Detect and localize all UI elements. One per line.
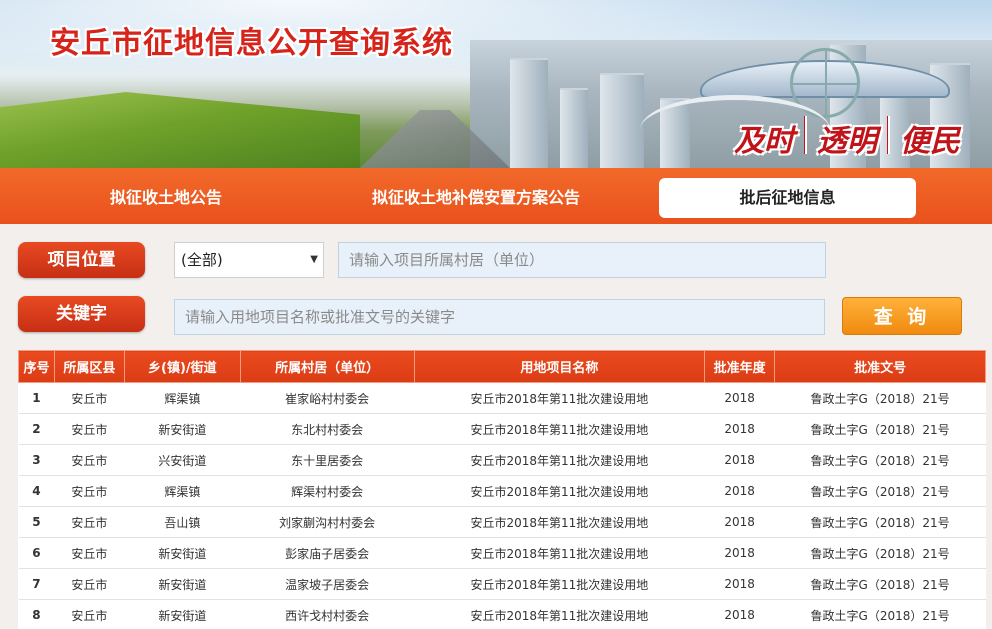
cell-project-name: 安丘市2018年第11批次建设用地 (414, 413, 705, 445)
cell-seq: 2 (18, 413, 55, 445)
cell-seq: 8 (18, 599, 55, 629)
cell-seq: 7 (18, 568, 55, 600)
cell-approval-year: 2018 (704, 599, 775, 629)
cell-project-name: 安丘市2018年第11批次建设用地 (414, 537, 705, 569)
header-town: 乡(镇)/街道 (123, 350, 241, 383)
keyword-search-input[interactable] (174, 299, 825, 335)
slogan-convenient: 便民 (900, 124, 960, 159)
dropdown-arrow-icon: ▼ (310, 254, 318, 265)
cell-seq: 4 (18, 475, 55, 507)
cell-approval-year: 2018 (704, 413, 775, 445)
table-row[interactable]: 3 安丘市 兴安街道 东十里居委会 安丘市2018年第11批次建设用地 2018 鲁政土字G… (18, 444, 986, 476)
cell-county: 安丘市 (54, 413, 125, 445)
cell-county: 安丘市 (54, 475, 125, 507)
cell-approval-number: 鲁政土字G（2018）21号 (774, 382, 986, 414)
header-approval-number: 批准文号 (774, 350, 986, 383)
cell-town: 新安街道 (124, 599, 241, 629)
tab-proposed-land-announcement[interactable]: 拟征收土地公告 (48, 178, 284, 218)
main-nav: 拟征收土地公告 拟征收土地补偿安置方案公告 批后征地信息 (0, 168, 992, 224)
cell-approval-number: 鲁政土字G（2018）21号 (774, 444, 986, 476)
tab-compensation-plan-announcement[interactable]: 拟征收土地补偿安置方案公告 (326, 178, 626, 218)
table-row[interactable]: 4 安丘市 辉渠镇 辉渠村村委会 安丘市2018年第11批次建设用地 2018 鲁政土字G（… (18, 475, 986, 507)
location-select-value: (全部) (181, 251, 223, 269)
cell-approval-year: 2018 (704, 568, 775, 600)
cell-town: 新安街道 (124, 568, 241, 600)
slogan-timely: 及时 (734, 124, 794, 159)
cell-project-name: 安丘市2018年第11批次建设用地 (414, 599, 705, 629)
header-seq: 序号 (18, 350, 55, 383)
cell-town: 辉渠镇 (124, 382, 241, 414)
slogan-divider (887, 116, 890, 154)
cell-approval-year: 2018 (704, 506, 775, 538)
cell-approval-year: 2018 (704, 444, 775, 476)
cell-town: 兴安街道 (124, 444, 241, 476)
table-header-row: 序号 所属区县 乡(镇)/街道 所属村居（单位） 用地项目名称 批准年度 批准文… (18, 350, 986, 383)
cell-village: 西许戈村村委会 (240, 599, 415, 629)
cell-county: 安丘市 (54, 382, 125, 414)
cell-seq: 6 (18, 537, 55, 569)
cell-town: 辉渠镇 (124, 475, 241, 507)
cell-approval-number: 鲁政土字G（2018）21号 (774, 568, 986, 600)
cell-village: 东北村村委会 (240, 413, 415, 445)
header-banner: 安丘市征地信息公开查询系统 及时 透明 便民 (0, 0, 992, 168)
location-label: 项目位置 (18, 242, 145, 278)
cell-village: 东十里居委会 (240, 444, 415, 476)
site-title: 安丘市征地信息公开查询系统 (50, 26, 453, 61)
cell-approval-year: 2018 (704, 537, 775, 569)
slogan-transparent: 透明 (817, 124, 877, 159)
cell-village: 温家坡子居委会 (240, 568, 415, 600)
tab-post-approval-info[interactable]: 批后征地信息 (659, 178, 916, 218)
cell-village: 刘家蒯沟村村委会 (240, 506, 415, 538)
location-select[interactable]: (全部) ▼ (174, 242, 324, 278)
cell-project-name: 安丘市2018年第11批次建设用地 (414, 444, 705, 476)
cell-approval-year: 2018 (704, 475, 775, 507)
keyword-label: 关键字 (18, 296, 145, 332)
cell-village: 彭家庙子居委会 (240, 537, 415, 569)
cell-village: 辉渠村村委会 (240, 475, 415, 507)
results-table: 序号 所属区县 乡(镇)/街道 所属村居（单位） 用地项目名称 批准年度 批准文… (18, 350, 986, 629)
table-row[interactable]: 1 安丘市 辉渠镇 崔家峪村村委会 安丘市2018年第11批次建设用地 2018 鲁政土字G… (18, 382, 986, 414)
village-search-input[interactable] (338, 242, 826, 278)
query-button[interactable]: 查 询 (842, 297, 962, 335)
table-row[interactable]: 5 安丘市 吾山镇 刘家蒯沟村村委会 安丘市2018年第11批次建设用地 2018 鲁政土字… (18, 506, 986, 538)
table-row[interactable]: 7 安丘市 新安街道 温家坡子居委会 安丘市2018年第11批次建设用地 2018 鲁政土字… (18, 568, 986, 600)
header-county: 所属区县 (53, 350, 125, 383)
cell-seq: 1 (18, 382, 55, 414)
cell-approval-number: 鲁政土字G（2018）21号 (774, 537, 986, 569)
cell-seq: 3 (18, 444, 55, 476)
cell-project-name: 安丘市2018年第11批次建设用地 (414, 568, 705, 600)
cell-project-name: 安丘市2018年第11批次建设用地 (414, 475, 705, 507)
slogan-divider (804, 116, 807, 154)
table-row[interactable]: 2 安丘市 新安街道 东北村村委会 安丘市2018年第11批次建设用地 2018 鲁政土字G… (18, 413, 986, 445)
cell-town: 新安街道 (124, 537, 241, 569)
banner-grassland (0, 92, 360, 168)
cell-county: 安丘市 (54, 568, 125, 600)
header-project-name: 用地项目名称 (413, 350, 706, 383)
cell-county: 安丘市 (54, 506, 125, 538)
cell-seq: 5 (18, 506, 55, 538)
cell-approval-year: 2018 (704, 382, 775, 414)
header-approval-year: 批准年度 (704, 350, 776, 383)
cell-approval-number: 鲁政土字G（2018）21号 (774, 475, 986, 507)
table-row[interactable]: 6 安丘市 新安街道 彭家庙子居委会 安丘市2018年第11批次建设用地 2018 鲁政土字… (18, 537, 986, 569)
cell-project-name: 安丘市2018年第11批次建设用地 (414, 506, 705, 538)
cell-county: 安丘市 (54, 444, 125, 476)
cell-approval-number: 鲁政土字G（2018）21号 (774, 413, 986, 445)
slogan: 及时 透明 便民 (734, 116, 960, 160)
cell-village: 崔家峪村村委会 (240, 382, 415, 414)
cell-town: 新安街道 (124, 413, 241, 445)
cell-approval-number: 鲁政土字G（2018）21号 (774, 599, 986, 629)
cell-county: 安丘市 (54, 599, 125, 629)
table-row[interactable]: 8 安丘市 新安街道 西许戈村村委会 安丘市2018年第11批次建设用地 2018 鲁政土字… (18, 599, 986, 629)
table-body: 1 安丘市 辉渠镇 崔家峪村村委会 安丘市2018年第11批次建设用地 2018 鲁政土字G… (18, 382, 986, 629)
header-village: 所属村居（单位） (239, 350, 415, 383)
cell-county: 安丘市 (54, 537, 125, 569)
cell-town: 吾山镇 (124, 506, 241, 538)
cell-project-name: 安丘市2018年第11批次建设用地 (414, 382, 705, 414)
cell-approval-number: 鲁政土字G（2018）21号 (774, 506, 986, 538)
